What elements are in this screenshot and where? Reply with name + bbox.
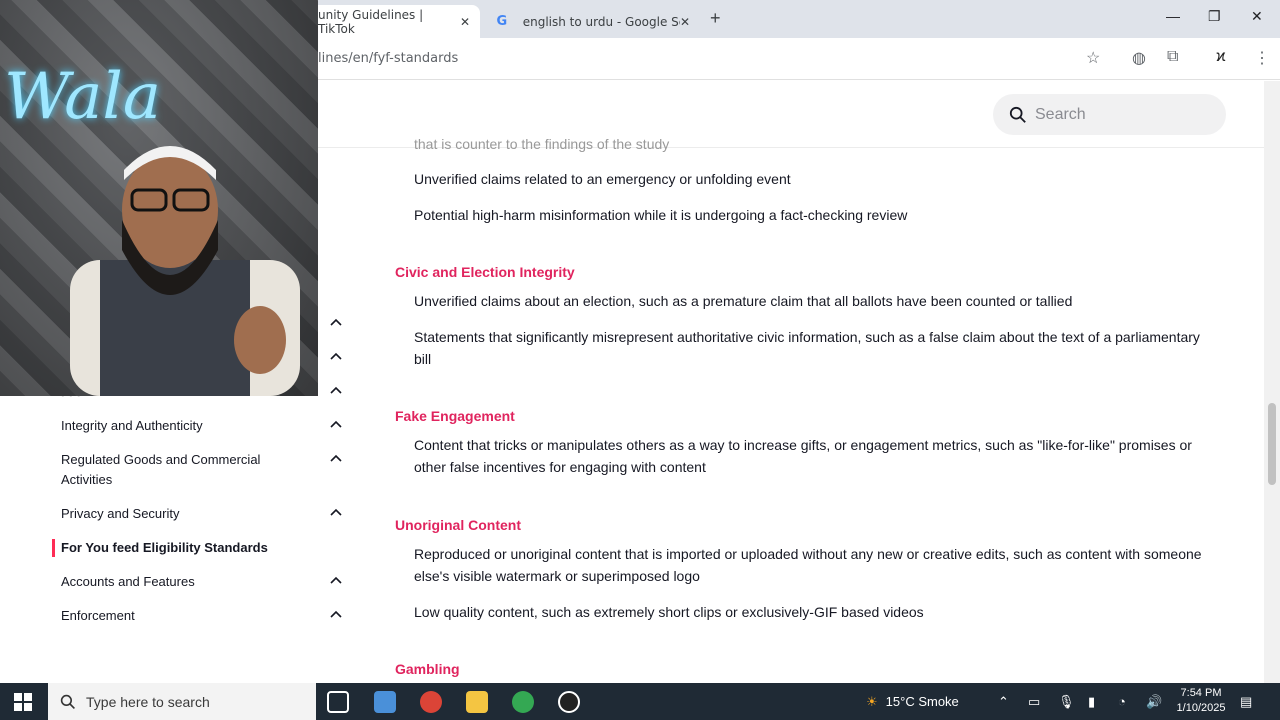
obs-icon[interactable] [558,691,580,713]
list-item: Content that tricks or manipulates other… [414,437,1192,475]
chevron-up-icon[interactable] [330,576,342,584]
list-item: Low quality content, such as extremely s… [414,604,924,620]
sidebar-item-integrity[interactable]: Integrity and Authenticity [61,416,341,436]
search-icon [60,694,75,709]
new-tab-icon[interactable]: + [710,8,721,29]
chrome-profile-icon[interactable] [512,691,534,713]
volume-icon[interactable]: 🔊 [1146,683,1162,720]
chrome-icon[interactable] [420,691,442,713]
close-icon[interactable]: ✕ [680,15,690,29]
windows-start-icon[interactable] [14,693,32,711]
screen: unity Guidelines | TikTok ✕ G english to… [0,0,1280,720]
tab-title: english to urdu - Google Search [522,14,680,29]
chevron-up-icon[interactable] [330,420,342,428]
search-icon [1009,106,1026,123]
chevron-up-icon[interactable] [330,610,342,618]
search-input[interactable]: Search [993,94,1226,135]
translate-icon[interactable]: ◍ [1132,48,1146,68]
close-icon[interactable]: ✕ [460,15,470,29]
bookmark-star-icon[interactable]: ☆ [1086,48,1100,68]
close-window-icon[interactable]: ✕ [1251,8,1263,25]
profile-avatar-icon[interactable]: ϰ [1216,48,1226,66]
tab-tiktok-guidelines[interactable]: unity Guidelines | TikTok ✕ [300,5,480,38]
microphone-icon[interactable]: 🎙 [1058,683,1075,720]
show-hidden-icons[interactable]: ⌃ [998,683,1009,720]
weather-icon: ☀ [866,693,878,709]
clock-time: 7:54 PM [1180,687,1222,699]
sidebar-item-accounts[interactable]: Accounts and Features [61,572,341,592]
list-item: Unverified claims related to an emergenc… [414,171,791,187]
battery-icon[interactable]: ▮ [1088,683,1095,720]
wifi-icon[interactable]: ◔ [1118,683,1126,720]
file-explorer-icon[interactable] [466,691,488,713]
sidebar-item-enforcement[interactable]: Enforcement [61,606,341,626]
chevron-up-icon[interactable] [330,318,342,326]
chevron-up-icon[interactable] [330,386,342,394]
section-heading-unoriginal: Unoriginal Content [395,517,521,533]
minimize-icon[interactable]: — [1166,8,1180,24]
taskbar-search-placeholder: Type here to search [86,693,210,710]
list-item: Unverified claims about an election, suc… [414,293,1073,309]
windows-taskbar: Type here to search ☀ 15°C Smoke ⌃ ▭ 🎙 ▮… [0,683,1280,720]
cut-off-text: that is counter to the findings of the s… [414,136,670,152]
address-bar[interactable]: lines/en/fyf-standards [318,51,458,66]
presenter-image [70,146,300,396]
chevron-up-icon[interactable] [330,508,342,516]
section-heading-civic: Civic and Election Integrity [395,264,575,280]
task-view-icon[interactable] [327,691,349,713]
weather-widget[interactable]: ☀ 15°C Smoke [866,683,959,720]
taskbar-search-input[interactable]: Type here to search [48,683,316,720]
tab-title: unity Guidelines | TikTok [318,7,424,36]
menu-kebab-icon[interactable]: ⋮ [1254,48,1270,68]
chevron-up-icon[interactable] [330,352,342,360]
system-clock[interactable]: 7:54 PM 1/10/2025 [1173,686,1229,716]
section-heading-fake-engagement: Fake Engagement [395,408,515,424]
list-item: Potential high-harm misinformation while… [414,207,908,223]
notifications-icon[interactable]: ▤ [1240,683,1252,720]
extensions-icon[interactable]: ⧉ [1167,48,1178,66]
webcam-overlay: Wala [0,0,318,396]
active-indicator [52,539,55,557]
clock-date: 1/10/2025 [1176,702,1226,714]
sidebar-item-regulated-goods[interactable]: Regulated Goods and Commercial Activitie… [61,450,291,490]
search-placeholder: Search [1035,105,1086,123]
scrollbar-thumb[interactable] [1268,403,1276,485]
list-item: Reproduced or unoriginal content that is… [414,546,1202,584]
sidebar-item-privacy[interactable]: Privacy and Security [61,504,341,524]
app-icon[interactable] [374,691,396,713]
list-item: Statements that significantly misreprese… [414,329,1200,367]
restore-icon[interactable]: ❐ [1208,8,1221,25]
weather-text: 15°C Smoke [885,694,959,709]
tab-google-search[interactable]: G english to urdu - Google Search ✕ [484,5,700,38]
section-heading-gambling: Gambling [395,661,460,677]
chevron-up-icon[interactable] [330,454,342,462]
google-icon: G [496,14,508,29]
page-scrollbar[interactable] [1264,81,1280,683]
meet-now-icon[interactable]: ▭ [1028,683,1040,720]
sidebar-item-fyf-standards[interactable]: For You feed Eligibility Standards [61,538,341,558]
neon-sign-logo: Wala [4,60,161,134]
